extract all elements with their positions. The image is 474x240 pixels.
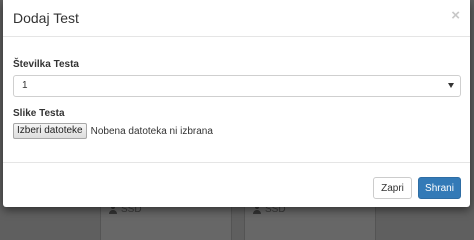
close-icon[interactable]: × [451, 8, 460, 23]
test-images-label: Slike Testa [13, 108, 65, 119]
modal-header: Dodaj Test × [3, 0, 470, 37]
chevron-down-icon [448, 83, 454, 88]
test-number-label: Številka Testa [13, 59, 79, 70]
file-status-text: Nobena datoteka ni izbrana [90, 125, 213, 137]
modal-body: Številka Testa 1 Slike Testa Izberi dato… [3, 37, 470, 139]
modal-title: Dodaj Test [13, 10, 79, 26]
choose-files-button[interactable]: Izberi datoteke [13, 123, 87, 139]
test-images-file-input: Izberi datoteke Nobena datoteka ni izbra… [13, 123, 460, 139]
modal-footer: Zapri Shrani [3, 162, 470, 207]
add-test-modal: Dodaj Test × Številka Testa 1 Slike Test… [3, 0, 470, 207]
test-number-select[interactable]: 1 [13, 75, 461, 97]
close-button[interactable]: Zapri [373, 177, 412, 199]
save-button[interactable]: Shrani [418, 177, 461, 199]
test-number-selected-value: 1 [22, 80, 28, 91]
